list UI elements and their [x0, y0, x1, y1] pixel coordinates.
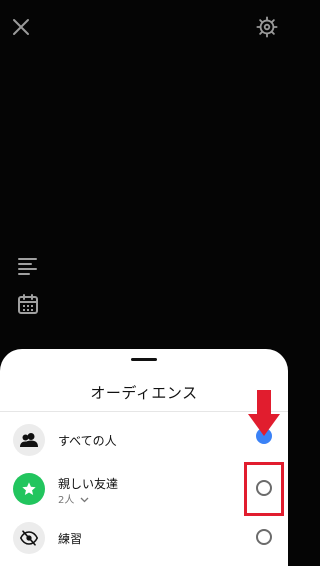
red-arrow-annotation — [248, 390, 280, 436]
calendar-icon — [18, 294, 38, 314]
option-label: すべての人 — [58, 434, 117, 448]
calendar-button[interactable] — [14, 290, 42, 318]
text-align-icon — [18, 258, 37, 275]
audience-option-practice[interactable]: 練習 — [0, 514, 288, 562]
people-icon — [20, 433, 38, 447]
divider — [0, 411, 288, 412]
highlight-box-annotation — [244, 462, 284, 516]
audience-sheet: オーディエンス すべての人 親しい友達 2人 練習 — [0, 349, 288, 566]
close-icon — [13, 19, 29, 35]
radio-practice[interactable] — [256, 529, 272, 545]
settings-button[interactable] — [254, 14, 280, 40]
sheet-title: オーディエンス — [90, 384, 198, 402]
text-align-button[interactable] — [14, 252, 42, 280]
close-button[interactable] — [8, 14, 34, 40]
people-avatar — [13, 424, 45, 456]
star-icon — [22, 482, 36, 495]
star-avatar — [13, 473, 45, 505]
option-label: 練習 — [58, 532, 83, 546]
eye-off-avatar — [13, 522, 45, 554]
chevron-down-icon — [80, 497, 89, 503]
close-friends-count[interactable]: 2人 — [58, 491, 89, 506]
gear-icon — [256, 16, 278, 38]
sheet-handle[interactable] — [131, 358, 157, 361]
audience-option-everyone[interactable]: すべての人 — [0, 416, 288, 464]
eye-off-icon — [20, 530, 38, 546]
count-text: 2人 — [58, 495, 75, 506]
option-label: 親しい友達 — [58, 477, 119, 491]
